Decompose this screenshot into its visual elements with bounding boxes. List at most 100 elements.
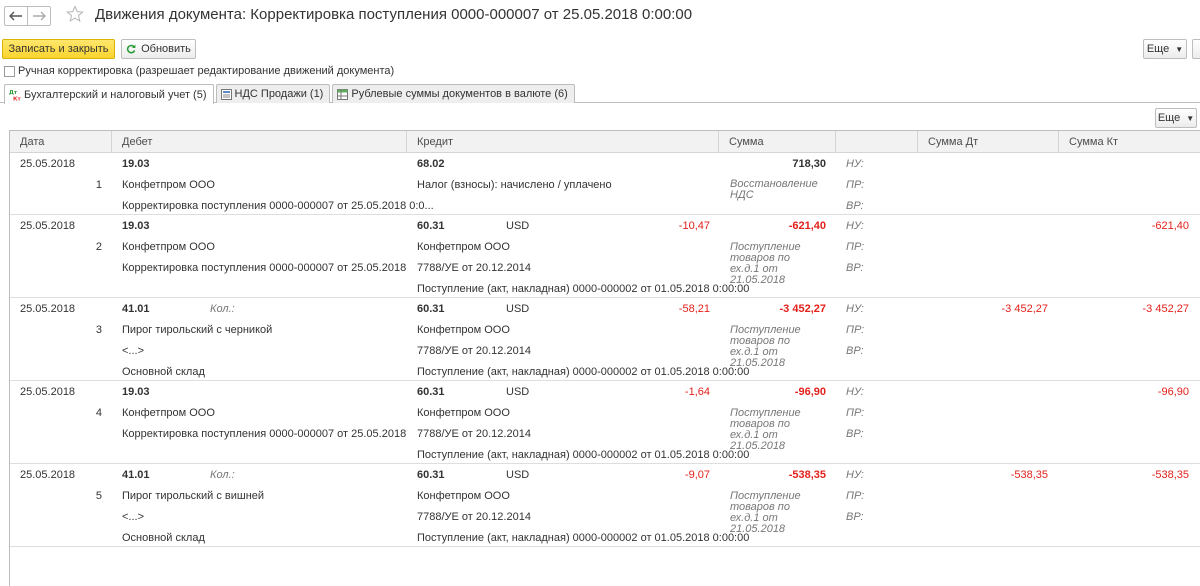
credit-account: 60.31 xyxy=(417,469,445,481)
more-actions-button[interactable]: Еще ▼ xyxy=(1143,39,1187,59)
credit-subconto: Конфетпром ООО xyxy=(417,407,510,419)
credit-account: 60.31 xyxy=(417,386,445,398)
refresh-button[interactable]: Обновить xyxy=(121,39,196,59)
tab-vat-sales[interactable]: НДС Продажи (1) xyxy=(215,84,331,103)
debit-quantity-label: Кол.: xyxy=(210,303,235,315)
credit-currency: USD xyxy=(506,386,530,398)
save-and-close-button[interactable]: Записать и закрыть xyxy=(2,39,115,59)
row-date: 25.05.2018 xyxy=(20,303,76,315)
credit-account: 68.02 xyxy=(417,158,445,170)
debit-subconto: Конфетпром ООО xyxy=(122,407,215,419)
accounting-icon: Дт Кт xyxy=(9,89,21,101)
table-row[interactable]: 25.05.2018 3 41.01 Кол.: Пирог тирольский с … xyxy=(10,298,1200,381)
tax-vr-label: ВР: xyxy=(846,428,864,440)
debit-subconto: Корректировка поступления 0000-000007 от… xyxy=(122,262,407,274)
col-sum-dt[interactable]: Сумма Дт xyxy=(918,131,1059,153)
tab-accounting[interactable]: Дт Кт Бухгалтерский и налоговый учет (5) xyxy=(4,84,214,104)
table-icon xyxy=(337,88,349,100)
window-title: Движения документа: Корректировка поступ… xyxy=(95,6,693,23)
table-row[interactable]: 25.05.2018 5 41.01 Кол.: Пирог тирольский с … xyxy=(10,464,1200,547)
tax-pr-label: ПР: xyxy=(846,490,865,502)
tab-label: Рублевые суммы документов в валюте (6) xyxy=(351,88,568,100)
row-number: 3 xyxy=(95,324,102,336)
chevron-down-icon: ▼ xyxy=(1175,44,1184,54)
sum-kt: -621,40 xyxy=(1151,220,1189,232)
debit-subconto: Пирог тирольский с черникой xyxy=(122,324,273,336)
entry-content: Поступление товаров по ех.д.1 от 21.05.2… xyxy=(730,241,801,286)
debit-subconto: Основной склад xyxy=(122,366,205,378)
manual-correction-label[interactable]: Ручная корректировка (разрешает редактир… xyxy=(18,65,394,77)
table-row[interactable]: 25.05.2018 1 19.03 Конфетпром ООО Корректиро… xyxy=(10,153,1200,215)
table-more-button[interactable]: Еще ▼ xyxy=(1155,108,1197,128)
col-amount[interactable]: Сумма xyxy=(719,131,836,153)
tab-label: НДС Продажи (1) xyxy=(234,88,324,100)
credit-currency-amount: -1,64 xyxy=(684,386,710,398)
row-number: 5 xyxy=(95,490,102,502)
row-date: 25.05.2018 xyxy=(20,469,76,481)
credit-currency-amount: -10,47 xyxy=(678,220,710,232)
back-button[interactable] xyxy=(4,6,28,26)
title-bar: Движения документа: Корректировка поступ… xyxy=(0,0,1200,32)
credit-subconto: 7788/УЕ от 20.12.2014 xyxy=(417,345,531,357)
credit-account: 60.31 xyxy=(417,220,445,232)
tax-nu-label: НУ: xyxy=(846,386,864,398)
col-sum-kt[interactable]: Сумма Кт xyxy=(1059,131,1200,153)
entries-table[interactable]: Дата Дебет Кредит Сумма Сумма Дт Сумма К… xyxy=(9,130,1200,586)
row-date: 25.05.2018 xyxy=(20,386,76,398)
tab-ruble-sums[interactable]: Рублевые суммы документов в валюте (6) xyxy=(332,84,575,103)
entry-content: Поступление товаров по ех.д.1 от 21.05.2… xyxy=(730,407,801,452)
sum-kt: -3 452,27 xyxy=(1142,303,1189,315)
favorite-star-icon[interactable] xyxy=(66,5,84,23)
tax-nu-label: НУ: xyxy=(846,303,864,315)
col-date[interactable]: Дата xyxy=(10,131,112,153)
table-row[interactable]: 25.05.2018 4 19.03 Конфетпром ООО Корректиро… xyxy=(10,381,1200,464)
tax-vr-label: ВР: xyxy=(846,345,864,357)
credit-subconto: Конфетпром ООО xyxy=(417,490,510,502)
col-credit[interactable]: Кредит xyxy=(407,131,719,153)
credit-subconto: Конфетпром ООО xyxy=(417,241,510,253)
arrow-right-icon xyxy=(33,11,46,21)
col-debit[interactable]: Дебет xyxy=(112,131,407,153)
sum-kt: -96,90 xyxy=(1157,386,1189,398)
tab-bar: Дт Кт Бухгалтерский и налоговый учет (5)… xyxy=(4,84,577,104)
table-row[interactable]: 25.05.2018 2 19.03 Конфетпром ООО Корректиро… xyxy=(10,215,1200,298)
credit-account: 60.31 xyxy=(417,303,445,315)
entry-content: Поступление товаров по ех.д.1 от 21.05.2… xyxy=(730,490,801,535)
tax-pr-label: ПР: xyxy=(846,324,865,336)
amount: -538,35 xyxy=(788,469,826,481)
debit-subconto: Конфетпром ООО xyxy=(122,241,215,253)
debit-account: 41.01 xyxy=(122,469,150,481)
credit-subconto: Поступление (акт, накладная) 0000-000002… xyxy=(417,449,750,461)
table-header: Дата Дебет Кредит Сумма Сумма Дт Сумма К… xyxy=(10,131,1200,153)
credit-subconto: 7788/УЕ от 20.12.2014 xyxy=(417,511,531,523)
entry-content: Поступление товаров по ех.д.1 от 21.05.2… xyxy=(730,324,801,369)
tax-vr-label: ВР: xyxy=(846,262,864,274)
row-number: 2 xyxy=(95,241,102,253)
manual-correction-checkbox[interactable] xyxy=(4,66,15,77)
credit-subconto: 7788/УЕ от 20.12.2014 xyxy=(417,428,531,440)
amount: -96,90 xyxy=(794,386,826,398)
debit-quantity-label: Кол.: xyxy=(210,469,235,481)
row-number: 4 xyxy=(95,407,102,419)
col-tax-kind[interactable] xyxy=(836,131,918,153)
amount: 718,30 xyxy=(792,158,826,170)
credit-subconto: Поступление (акт, накладная) 0000-000002… xyxy=(417,366,750,378)
sum-dt: -538,35 xyxy=(1010,469,1048,481)
svg-text:Дт: Дт xyxy=(9,90,18,96)
credit-currency: USD xyxy=(506,469,530,481)
amount: -3 452,27 xyxy=(779,303,826,315)
credit-currency: USD xyxy=(506,303,530,315)
chevron-down-icon: ▼ xyxy=(1186,113,1195,123)
credit-subconto: Конфетпром ООО xyxy=(417,324,510,336)
debit-account: 19.03 xyxy=(122,158,150,170)
sum-dt: -3 452,27 xyxy=(1001,303,1048,315)
extra-button[interactable] xyxy=(1192,39,1200,59)
forward-button[interactable] xyxy=(27,6,51,26)
debit-subconto: Основной склад xyxy=(122,532,205,544)
credit-currency: USD xyxy=(506,220,530,232)
debit-subconto: Корректировка поступления 0000-000007 от… xyxy=(122,428,407,440)
debit-account: 19.03 xyxy=(122,220,150,232)
register-icon xyxy=(220,88,232,100)
debit-subconto: Корректировка поступления 0000-000007 от… xyxy=(122,200,434,212)
tab-label: Бухгалтерский и налоговый учет (5) xyxy=(24,88,207,101)
